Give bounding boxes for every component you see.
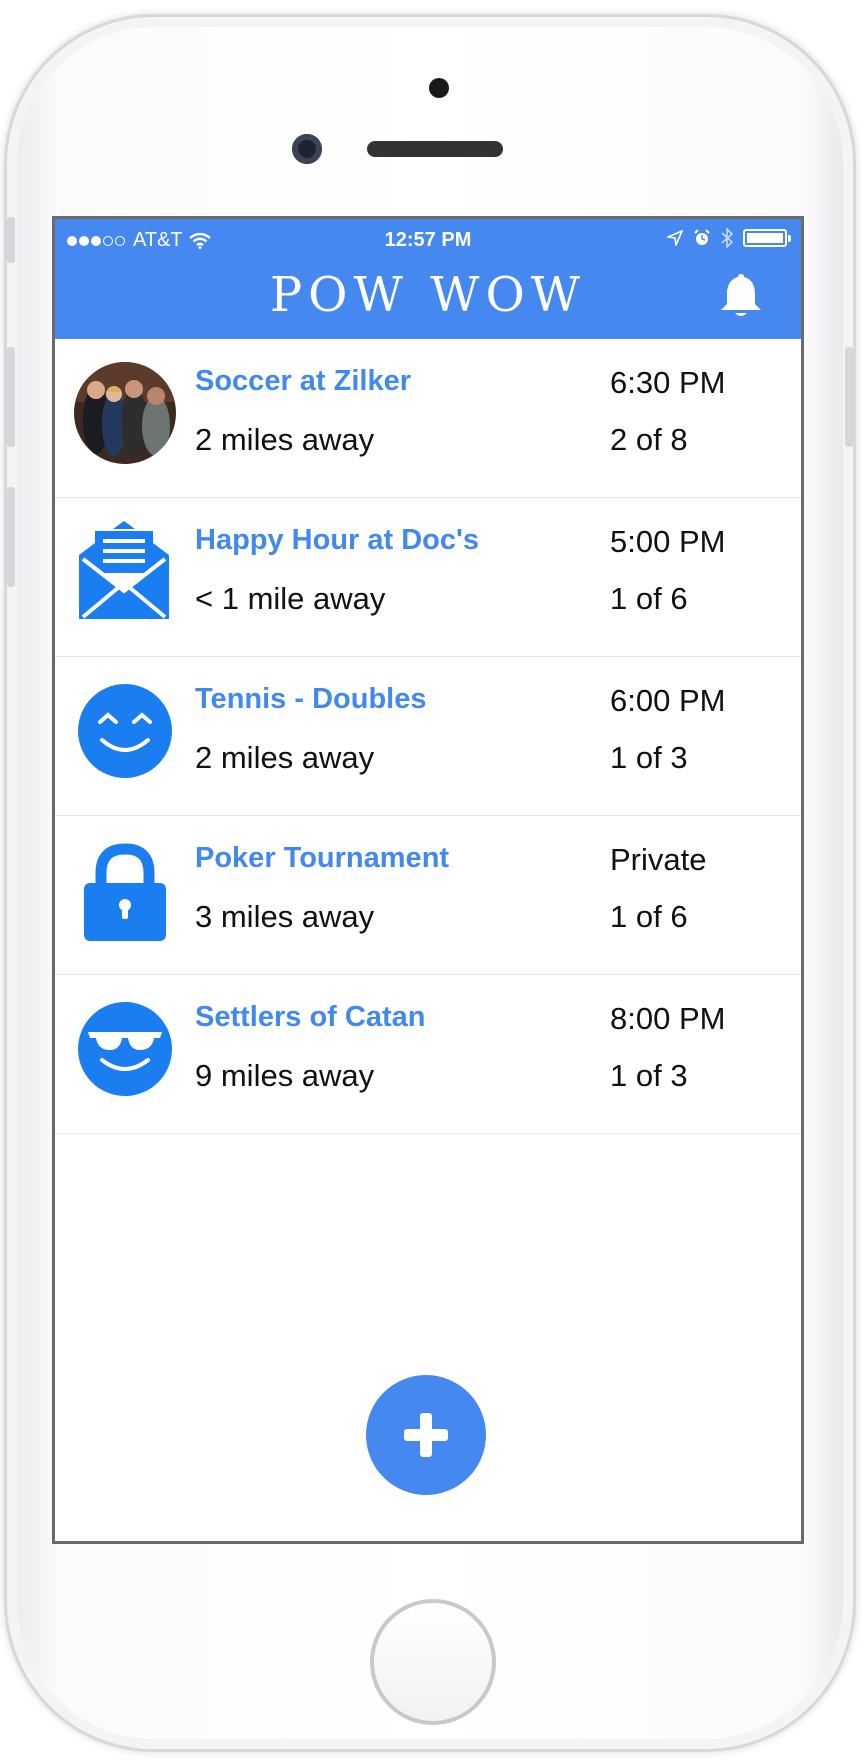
event-distance: 9 miles away (195, 1058, 375, 1093)
volume-down-button (7, 487, 15, 587)
app-header: AT&T 12:57 PM POW WOW (55, 219, 801, 339)
list-item[interactable]: Settlers of Catan 9 miles away 8:00 PM 1… (55, 975, 801, 1134)
event-title: Poker Tournament (195, 842, 450, 874)
app-screen: AT&T 12:57 PM POW WOW Soccer at Zilker 2… (52, 216, 804, 1544)
lock-icon (84, 843, 166, 941)
event-attendee-count: 1 of 3 (610, 740, 688, 775)
app-title: POW WOW (269, 267, 587, 323)
plus-icon (404, 1413, 448, 1457)
status-bar: AT&T 12:57 PM (55, 219, 801, 259)
proximity-sensor (429, 78, 449, 98)
event-list: Soccer at Zilker 2 miles away 6:30 PM 2 … (55, 339, 801, 1134)
event-attendee-count: 2 of 8 (610, 422, 688, 457)
event-attendee-count: 1 of 3 (610, 1058, 688, 1093)
bluetooth-icon (721, 228, 733, 248)
list-item[interactable]: Soccer at Zilker 2 miles away 6:30 PM 2 … (55, 339, 801, 498)
event-attendee-count: 1 of 6 (610, 581, 688, 616)
bell-icon (721, 274, 761, 316)
list-item[interactable]: Tennis - Doubles 2 miles away 6:00 PM 1 … (55, 657, 801, 816)
event-title: Tennis - Doubles (195, 683, 427, 715)
power-button (845, 347, 853, 447)
list-item[interactable]: Poker Tournament 3 miles away Private 1 … (55, 816, 801, 975)
event-time: 5:00 PM (610, 524, 726, 559)
event-attendee-count: 1 of 6 (610, 899, 688, 934)
earpiece-speaker (367, 141, 503, 157)
group-photo (74, 362, 176, 464)
event-time: 6:00 PM (610, 683, 726, 718)
alarm-icon (694, 229, 710, 245)
event-time: 6:30 PM (610, 365, 726, 400)
event-privacy: Private (610, 842, 707, 877)
event-distance: 2 miles away (195, 422, 375, 457)
envelope-icon (79, 521, 169, 619)
event-distance: 3 miles away (195, 899, 375, 934)
sunglasses-face-icon (78, 1002, 172, 1096)
event-distance: 2 miles away (195, 740, 375, 775)
location-arrow-icon (667, 230, 683, 246)
mute-switch (7, 217, 15, 263)
home-button[interactable] (370, 1599, 496, 1725)
event-distance: < 1 mile away (195, 581, 386, 616)
event-time: 8:00 PM (610, 1001, 726, 1036)
happy-face-icon (78, 684, 172, 778)
volume-up-button (7, 347, 15, 447)
add-event-button[interactable] (366, 1375, 486, 1495)
notifications-button[interactable] (717, 271, 765, 324)
battery-icon (743, 229, 791, 247)
front-camera (292, 134, 322, 164)
event-title: Happy Hour at Doc's (195, 524, 480, 556)
event-title: Soccer at Zilker (195, 365, 411, 397)
event-title: Settlers of Catan (195, 1001, 426, 1033)
list-item[interactable]: Happy Hour at Doc's < 1 mile away 5:00 P… (55, 498, 801, 657)
